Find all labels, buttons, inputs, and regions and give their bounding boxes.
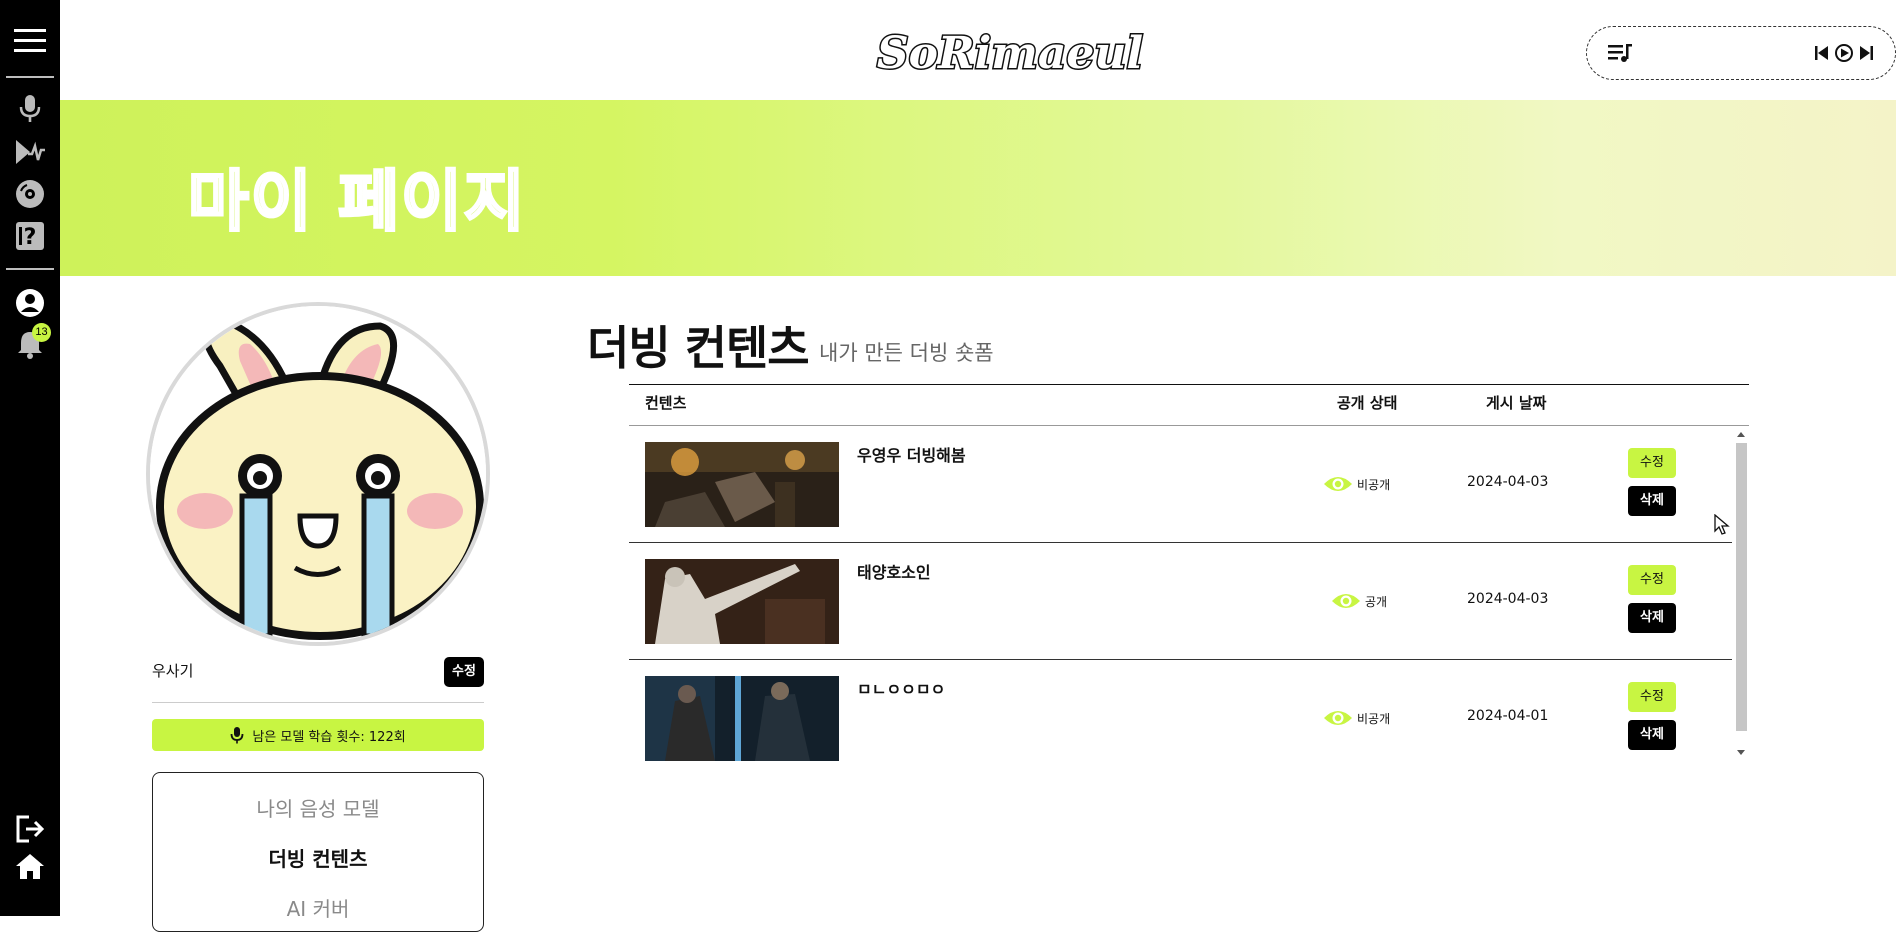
header-content: 컨텐츠: [645, 394, 687, 412]
avatar: [146, 302, 490, 646]
post-date: 2024-04-03: [1467, 591, 1549, 607]
edit-button[interactable]: 수정: [1628, 565, 1676, 595]
play-icon: [1835, 44, 1853, 62]
page-title: 마이 페이지: [187, 162, 527, 242]
table-top-border: [629, 384, 1749, 385]
music-player[interactable]: [1586, 26, 1896, 80]
video-thumbnail[interactable]: [645, 442, 839, 527]
scroll-down-arrow[interactable]: [1737, 750, 1745, 755]
top-header: SoRimaeul: [60, 0, 1896, 100]
mouse-cursor-icon: [1714, 514, 1730, 535]
edit-profile-button[interactable]: 수정: [444, 657, 484, 687]
sidebar-divider: [6, 268, 54, 270]
avatar-image: [150, 306, 486, 642]
scrollbar-thumb[interactable]: [1736, 443, 1747, 731]
header-status: 공개 상태: [1337, 394, 1398, 412]
logout-icon[interactable]: [12, 811, 48, 847]
eye-icon: [1332, 594, 1360, 608]
voice-wave-icon[interactable]: [12, 134, 48, 170]
svg-text:?: ?: [24, 225, 37, 250]
left-sidebar: ? 13: [0, 0, 60, 916]
content-title[interactable]: ㅁㄴㅇㅇㅁㅇ: [857, 676, 945, 700]
delete-button[interactable]: 삭제: [1628, 486, 1676, 516]
menu-item-dubbing-content[interactable]: 더빙 컨텐츠: [153, 843, 483, 872]
visibility-label: 비공개: [1357, 477, 1391, 492]
eye-icon: [1324, 477, 1352, 491]
visibility-label: 비공개: [1357, 711, 1391, 726]
menu-item-ai-cover[interactable]: AI 커버: [153, 893, 483, 922]
sorimaeul-logo[interactable]: SoRimaeul: [850, 16, 1170, 86]
training-count-bar: 남은 모델 학습 횟수: 122회: [152, 719, 484, 751]
table-row: 태양호소인 공개 2024-04-03 수정 삭제: [629, 543, 1732, 660]
header-date: 게시 날짜: [1486, 394, 1547, 412]
content-title[interactable]: 태양호소인: [857, 559, 931, 583]
section-title: 더빙 컨텐츠: [587, 321, 810, 375]
profile-divider: [152, 702, 484, 703]
page-banner: 마이 페이지: [60, 100, 1896, 276]
profile-menu: 나의 음성 모델 더빙 컨텐츠 AI 커버: [152, 772, 484, 932]
disc-icon[interactable]: [12, 176, 48, 212]
svg-text:SoRimaeul: SoRimaeul: [877, 28, 1143, 79]
username: 우사기: [152, 662, 194, 680]
visibility-status[interactable]: 비공개: [1323, 473, 1390, 495]
video-thumbnail[interactable]: [645, 676, 839, 761]
sidebar-divider: [6, 76, 54, 78]
delete-button[interactable]: 삭제: [1628, 720, 1676, 750]
video-thumbnail[interactable]: [645, 559, 839, 644]
playlist-icon[interactable]: [1607, 41, 1633, 65]
visibility-status[interactable]: 비공개: [1323, 707, 1390, 729]
notification-badge: 13: [32, 323, 51, 342]
section-subtitle: 내가 만든 더빙 숏폼: [819, 341, 994, 365]
post-date: 2024-04-03: [1467, 474, 1549, 490]
eye-icon: [1324, 711, 1352, 725]
microphone-icon: [230, 727, 244, 744]
user-icon[interactable]: [12, 285, 48, 321]
menu-icon[interactable]: [12, 23, 48, 59]
player-controls[interactable]: [1813, 43, 1879, 63]
delete-button[interactable]: 삭제: [1628, 603, 1676, 633]
microphone-icon[interactable]: [12, 91, 48, 127]
home-icon[interactable]: [12, 848, 48, 884]
menu-item-voice-model[interactable]: 나의 음성 모델: [153, 793, 483, 822]
edit-button[interactable]: 수정: [1628, 448, 1676, 478]
table-row: 우영우 더빙해봄 비공개 2024-04-03 수정 삭제: [629, 426, 1732, 543]
edit-button[interactable]: 수정: [1628, 682, 1676, 712]
next-icon: [1860, 46, 1873, 60]
training-count-text: 남은 모델 학습 횟수: 122회: [252, 729, 406, 745]
visibility-status[interactable]: 공개: [1331, 590, 1387, 612]
visibility-label: 공개: [1365, 594, 1388, 609]
help-icon[interactable]: ?: [12, 218, 48, 254]
post-date: 2024-04-01: [1467, 708, 1549, 724]
content-title[interactable]: 우영우 더빙해봄: [857, 442, 966, 466]
table-row: ㅁㄴㅇㅇㅁㅇ 비공개 2024-04-01 수정 삭제: [629, 660, 1732, 777]
previous-icon: [1815, 46, 1828, 60]
scroll-up-arrow[interactable]: [1737, 432, 1745, 437]
